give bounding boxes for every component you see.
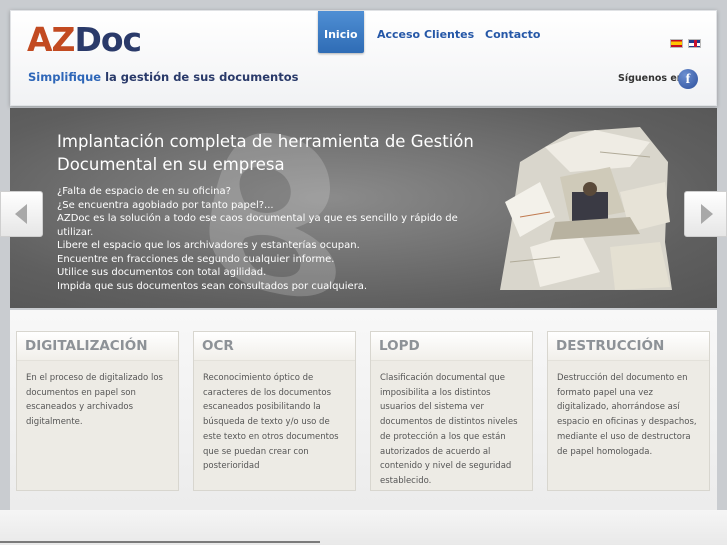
banner-line: AZDoc es la solución a todo ese caos doc… (57, 213, 458, 238)
hero-banner: Implantación completa de herramienta de … (10, 108, 717, 308)
banner-title: Implantación completa de herramienta de … (57, 132, 474, 174)
services-section: DIGITALIZACIÓN En el proceso de digitali… (10, 310, 717, 510)
tagline: Simplifique la gestión de sus documentos (28, 70, 298, 84)
nav-tab-contacto[interactable]: Contacto (479, 11, 546, 53)
banner-text: ¿Falta de espacio de en su oficina? ¿Se … (57, 185, 497, 293)
slider-prev-button[interactable] (0, 191, 43, 237)
service-box-ocr: OCR Reconocimiento óptico de caracteres … (193, 331, 356, 491)
logo-doc: Doc (74, 20, 142, 59)
chevron-left-icon (15, 204, 27, 224)
banner-line: ¿Se encuentra agobiado por tanto papel?.… (57, 199, 274, 211)
service-box-destruccion: DESTRUCCIÓN Destrucción del documento en… (547, 331, 710, 491)
footer-divider (0, 541, 320, 543)
banner-line: Utilice sus documentos con total agilida… (57, 267, 267, 278)
service-text: Reconocimiento óptico de caracteres de l… (203, 373, 339, 472)
footer-strip (0, 510, 727, 545)
logo-az: AZ (27, 20, 75, 59)
tagline-rest: la gestión de sus documentos (101, 70, 299, 84)
facebook-icon[interactable]: f (678, 69, 698, 89)
service-title: DIGITALIZACIÓN (17, 332, 178, 361)
banner-line: Libere el espacio que los archivadores y… (57, 240, 360, 251)
service-box-digitalizacion: DIGITALIZACIÓN En el proceso de digitali… (16, 331, 179, 491)
banner-line: Impida que sus documentos sean consultad… (57, 280, 368, 292)
nav-tab-acceso-clientes[interactable]: Acceso Clientes (371, 11, 480, 53)
banner-line: Encuentre en fracciones de segundo cualq… (57, 253, 335, 265)
nav-tab-inicio[interactable]: Inicio (318, 11, 364, 53)
spanish-flag-icon[interactable] (670, 39, 683, 48)
paper-pile-image (500, 127, 672, 290)
chevron-right-icon (701, 204, 713, 224)
service-title: LOPD (371, 332, 532, 361)
tagline-highlight: Simplifique (28, 70, 102, 84)
service-text: Destrucción del documento en formato pap… (557, 373, 697, 457)
slider-next-button[interactable] (684, 191, 727, 237)
site-header: AZDoc Simplifique la gestión de sus docu… (10, 10, 717, 106)
service-text: Clasificación documental que imposibilit… (380, 373, 518, 486)
follow-label: Síguenos en: (618, 73, 688, 84)
service-title: OCR (194, 332, 355, 361)
english-flag-icon[interactable] (688, 39, 701, 48)
service-title: DESTRUCCIÓN (548, 332, 709, 361)
banner-line: ¿Falta de espacio de en su oficina? (57, 186, 231, 197)
service-text: En el proceso de digitalizado los docume… (26, 373, 163, 428)
site-logo[interactable]: AZDoc (27, 20, 142, 60)
service-box-lopd: LOPD Clasificación documental que imposi… (370, 331, 533, 491)
